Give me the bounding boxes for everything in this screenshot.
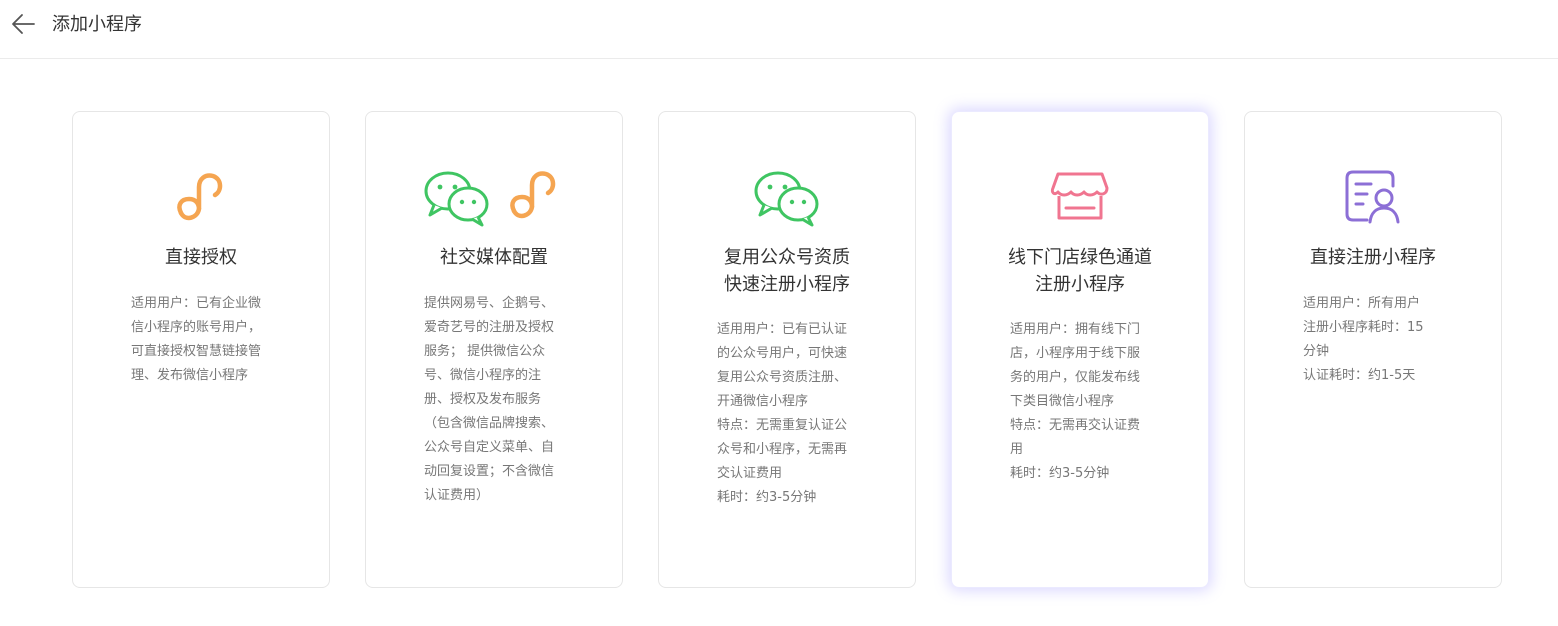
card-description: 适用用户：已有企业微 信小程序的账号用户， 可直接授权智慧链接管 理、发布微信小… — [131, 296, 262, 383]
user-register-icon — [1345, 170, 1400, 224]
card-title: 社交媒体配置 — [440, 247, 548, 268]
wechat-icon — [754, 171, 819, 227]
card-title: 线下门店绿色通道 注册小程序 — [1008, 247, 1152, 295]
header-bar: 添加小程序 — [0, 0, 1558, 59]
card-direct-authorization[interactable]: 直接授权 适用用户：已有企业微 信小程序的账号用户， 可直接授权智慧链接管 理、… — [72, 111, 330, 588]
card-description: 适用用户：已有已认证 的公众号用户，可快速 复用公众号资质注册、 开通微信小程序… — [717, 322, 848, 505]
arrow-left-icon — [12, 14, 35, 34]
mini-program-icon — [177, 173, 223, 221]
card-title: 复用公众号资质 快速注册小程序 — [724, 247, 850, 295]
store-icon — [1050, 172, 1109, 220]
card-social-media-config[interactable]: 社交媒体配置 提供网易号、企鹅号、 爱奇艺号的注册及授权 服务； 提供微信公众 … — [365, 111, 623, 588]
card-description: 提供网易号、企鹅号、 爱奇艺号的注册及授权 服务； 提供微信公众 号、微信小程序… — [424, 296, 555, 503]
card-title: 直接授权 — [165, 247, 237, 268]
card-title: 直接注册小程序 — [1310, 247, 1436, 268]
card-description: 适用用户：拥有线下门 店，小程序用于线下服 务的用户，仅能发布线 下类目微信小程… — [1010, 322, 1141, 481]
card-reuse-official-account[interactable]: 复用公众号资质 快速注册小程序 适用用户：已有已认证 的公众号用户，可快速 复用… — [658, 111, 916, 588]
back-button[interactable] — [10, 12, 38, 36]
card-offline-store-channel[interactable]: 线下门店绿色通道 注册小程序 适用用户：拥有线下门 店，小程序用于线下服 务的用… — [951, 111, 1209, 588]
wechat-and-mini-program-icon — [424, 171, 556, 227]
page-title: 添加小程序 — [52, 14, 142, 35]
card-description: 适用用户：所有用户 注册小程序耗时：15 分钟 认证耗时：约1-5天 — [1303, 296, 1424, 383]
card-direct-registration[interactable]: 直接注册小程序 适用用户：所有用户 注册小程序耗时：15 分钟 认证耗时：约1-… — [1244, 111, 1502, 588]
